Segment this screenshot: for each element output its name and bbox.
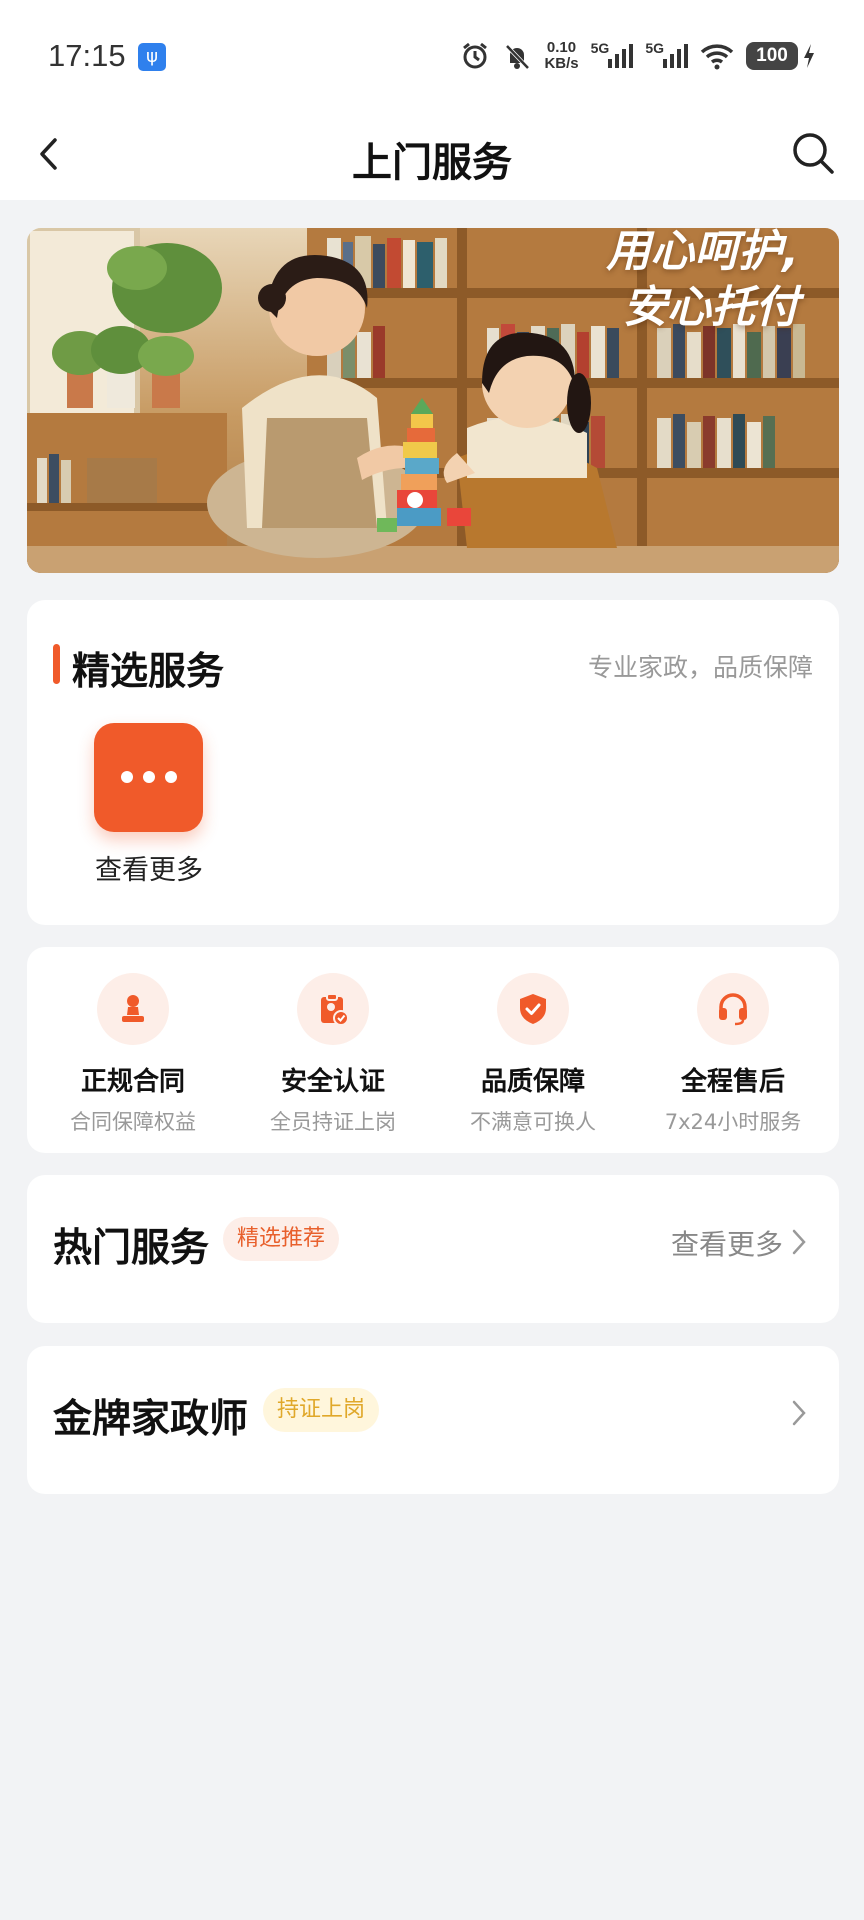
nav-bar: 上门服务	[0, 110, 864, 200]
feature-title: 品质保障	[480, 1067, 585, 1097]
signal-label-1: 5G	[590, 40, 610, 56]
status-icons: 0.10 KB/s 5G 5G 100	[460, 38, 816, 74]
signal-bars-icon	[663, 44, 688, 68]
feature-subtitle: 全员持证上岗	[270, 1110, 396, 1134]
recommend-badge: 精选推荐	[223, 1217, 340, 1261]
feature-safety[interactable]: 安全认证 全员持证上岗	[233, 973, 433, 1136]
headset-icon	[697, 973, 769, 1045]
alarm-icon	[463, 42, 488, 69]
feature-after-sales[interactable]: 全程售后 7x24小时服务	[633, 973, 833, 1136]
feature-subtitle: 不满意可换人	[470, 1110, 596, 1134]
battery-indicator: 100	[746, 42, 798, 70]
chevron-right-icon[interactable]	[789, 1398, 809, 1428]
status-bar: 17:15 ψ 0.10 KB/s 5G 5G 100	[0, 0, 864, 110]
gold-staff-title: 金牌家政师	[53, 1397, 249, 1442]
view-more-label[interactable]: 查看更多	[67, 848, 231, 887]
hot-services-title: 热门服务	[53, 1226, 210, 1271]
wifi-icon	[700, 44, 734, 70]
featured-services-card: 精选服务 专业家政，品质保障 查看更多	[27, 600, 839, 925]
search-icon[interactable]	[788, 128, 838, 178]
net-speed-unit: KB/s	[544, 55, 579, 72]
feature-contract[interactable]: 正规合同 合同保障权益	[33, 973, 233, 1136]
section-title: 精选服务	[72, 649, 225, 693]
status-time: 17:15	[48, 38, 126, 73]
hot-services-more-link[interactable]: 查看更多	[671, 1223, 783, 1263]
feature-subtitle: 7x24小时服务	[664, 1110, 802, 1134]
signal-label-2: 5G	[645, 40, 664, 56]
view-more-button[interactable]	[94, 723, 203, 832]
net-speed-value: 0.10	[546, 39, 577, 56]
feature-quality[interactable]: 品质保障 不满意可换人	[433, 973, 633, 1136]
page-title: 上门服务	[352, 140, 512, 186]
feature-title: 全程售后	[680, 1067, 785, 1097]
net-speed: 0.10 KB/s	[544, 40, 578, 72]
more-dots-icon	[94, 771, 203, 783]
usb-icon: ψ	[138, 43, 166, 71]
hero-banner[interactable]: 用心呵护, 安心托付	[27, 228, 839, 573]
section-accent-bar	[53, 644, 60, 684]
banner-slogan-line1: 用心呵护,	[606, 228, 799, 277]
signal-bars-icon	[608, 44, 634, 68]
feature-title: 正规合同	[80, 1067, 185, 1097]
feature-subtitle: 合同保障权益	[70, 1110, 196, 1134]
chevron-right-icon[interactable]	[789, 1227, 809, 1257]
banner-slogan: 用心呵护, 安心托付	[606, 228, 799, 336]
section-subtitle: 专业家政，品质保障	[587, 653, 813, 682]
charging-icon	[804, 44, 814, 68]
mute-bell-icon	[505, 44, 530, 70]
feature-title: 安全认证	[280, 1067, 385, 1097]
banner-slogan-line2: 安心托付	[623, 282, 799, 333]
clipboard-check-icon	[297, 973, 369, 1045]
guarantees-card: 正规合同 合同保障权益 安全认证 全员持证上岗 品质保障 不满意可换人 全程售后…	[27, 947, 839, 1153]
certified-badge: 持证上岗	[263, 1388, 380, 1432]
stamp-icon	[97, 973, 169, 1045]
hot-services-card[interactable]: 热门服务 精选推荐 查看更多	[27, 1175, 839, 1323]
shield-check-icon	[497, 973, 569, 1045]
gold-staff-card[interactable]: 金牌家政师 持证上岗	[27, 1346, 839, 1494]
